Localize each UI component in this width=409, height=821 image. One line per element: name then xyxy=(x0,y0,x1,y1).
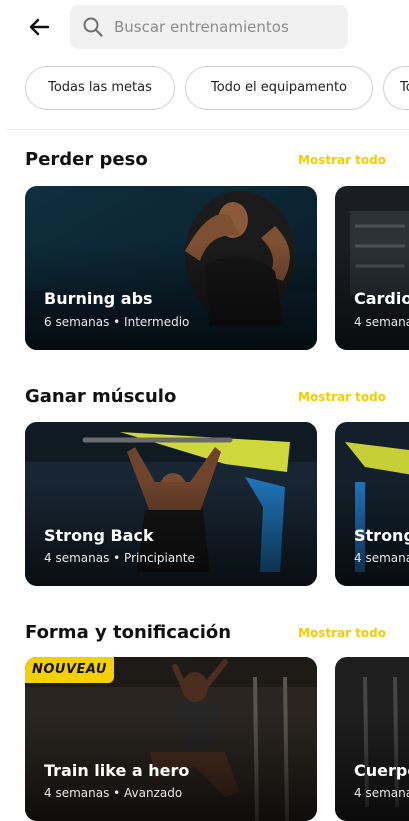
workout-card-subtitle: 4 semanas xyxy=(354,551,409,565)
back-arrow-icon[interactable] xyxy=(26,14,52,40)
workout-card-subtitle: 4 semanas • Avanzado xyxy=(44,786,183,800)
show-all-shape-tone[interactable]: Mostrar todo xyxy=(298,626,386,640)
workout-card-subtitle: 4 semanas • Principiante xyxy=(44,551,195,565)
section-title-lose-weight: Perder peso xyxy=(25,149,148,170)
workout-card-title: Cardio xyxy=(354,289,409,308)
workout-card[interactable]: Strong Back 4 semanas • Principiante xyxy=(25,422,317,586)
workout-card-title: Strong xyxy=(354,526,409,545)
workout-card[interactable]: Burning abs 6 semanas • Intermedio xyxy=(25,186,317,350)
workout-card[interactable]: NOUVEAU Train like a hero 4 semanas • Av… xyxy=(25,657,317,821)
workout-card[interactable]: Cardio 4 semanas xyxy=(335,186,409,350)
workout-card-title: Burning abs xyxy=(44,289,153,308)
workout-card-subtitle: 4 semanas xyxy=(354,786,409,800)
search-input[interactable] xyxy=(114,5,334,49)
filter-chip-equipment[interactable]: Todo el equipamento xyxy=(185,66,373,110)
show-all-gain-muscle[interactable]: Mostrar todo xyxy=(298,390,386,404)
filter-chip-goals[interactable]: Todas las metas xyxy=(25,66,175,110)
search-icon xyxy=(82,16,104,38)
new-badge: NOUVEAU xyxy=(25,657,114,683)
workout-card[interactable]: Cuerpo 4 semanas xyxy=(335,657,409,821)
filter-chip-partial[interactable]: To xyxy=(383,66,409,110)
workout-card-title: Train like a hero xyxy=(44,761,190,780)
workout-card-title: Strong Back xyxy=(44,526,154,545)
section-title-shape-tone: Forma y tonificación xyxy=(25,622,232,643)
workout-card-title: Cuerpo xyxy=(354,761,409,780)
section-title-gain-muscle: Ganar músculo xyxy=(25,386,177,407)
workout-card-subtitle: 4 semanas xyxy=(354,315,409,329)
filter-chips: Todas las metas Todo el equipamento To xyxy=(0,66,409,114)
workout-card[interactable]: Strong 4 semanas xyxy=(335,422,409,586)
top-bar xyxy=(0,0,409,60)
show-all-lose-weight[interactable]: Mostrar todo xyxy=(298,153,386,167)
header-divider xyxy=(6,129,409,130)
workout-card-subtitle: 6 semanas • Intermedio xyxy=(44,315,190,329)
search-bar[interactable] xyxy=(70,5,348,49)
